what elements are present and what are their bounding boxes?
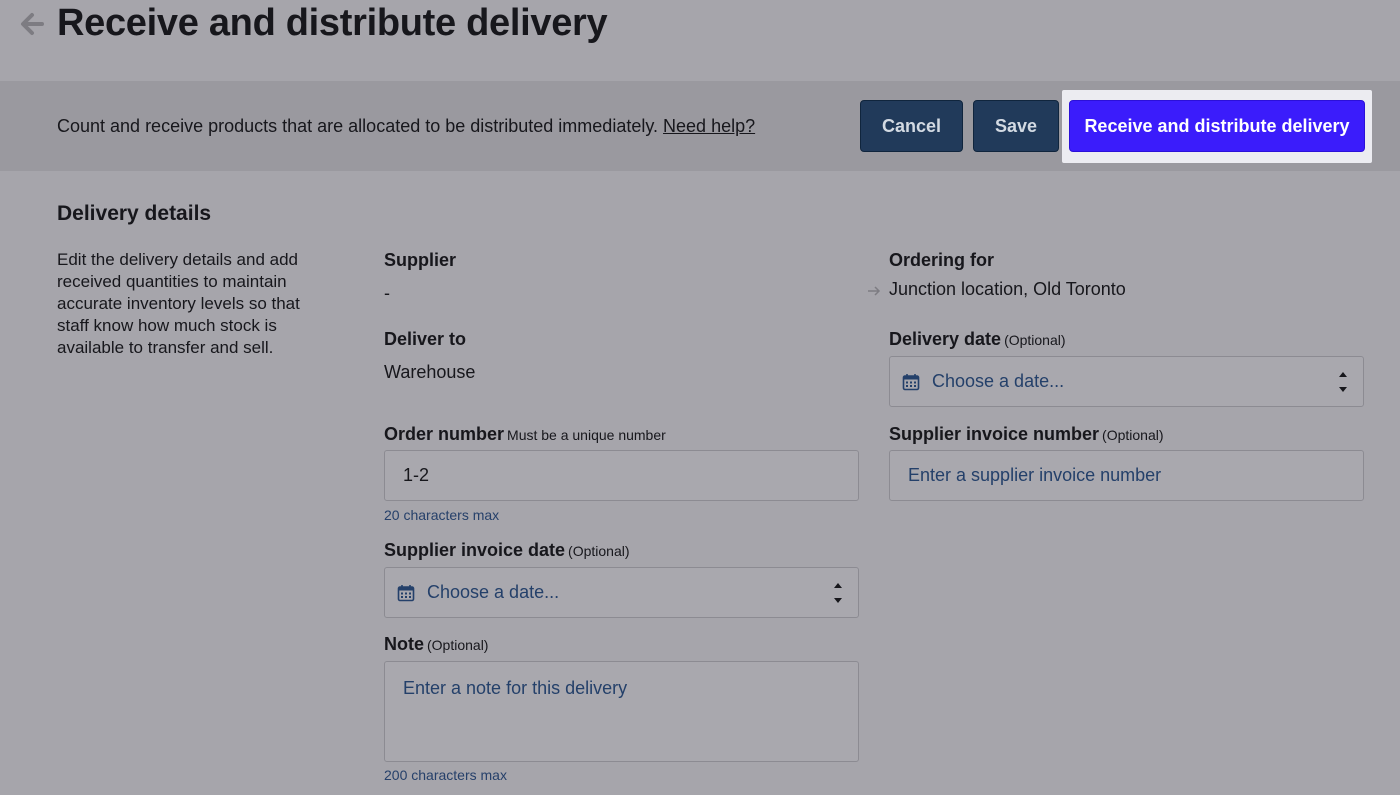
supplier-value: - (384, 283, 390, 303)
supplier-invoice-date-placeholder: Choose a date... (427, 582, 560, 602)
order-number-hint: 20 characters max (384, 507, 500, 523)
supplier-invoice-date-label-text: Supplier invoice date (384, 540, 566, 560)
delivery-date-placeholder: Choose a date... (932, 371, 1065, 391)
stepper-arrows-icon[interactable] (1337, 367, 1349, 397)
calendar-icon (397, 584, 415, 601)
page-header: Receive and distribute delivery (0, 0, 1400, 81)
supplier-invoice-number-label-text: Supplier invoice number (889, 424, 1100, 444)
supplier-invoice-date-picker[interactable]: Choose a date... (384, 567, 859, 618)
order-number-label-text: Order number (384, 424, 505, 444)
arrow-right-icon (868, 286, 881, 296)
order-number-requirement: Must be a unique number (507, 427, 666, 443)
deliver-to-value: Warehouse (384, 362, 476, 382)
supplier-invoice-number-placeholder: Enter a supplier invoice number (908, 465, 1162, 485)
stepper-arrows-icon[interactable] (832, 578, 844, 608)
supplier-invoice-number-label: Supplier invoice number (Optional) (889, 424, 1164, 445)
need-help-link[interactable]: Need help? (663, 116, 755, 136)
order-number-label: Order number Must be a unique number (384, 424, 666, 445)
calendar-icon (902, 373, 920, 390)
section-description: Edit the delivery details and add receiv… (57, 250, 300, 357)
order-number-value: 1-2 (403, 465, 430, 485)
delivery-date-picker[interactable]: Choose a date... (889, 356, 1364, 407)
note-placeholder: Enter a note for this delivery (403, 678, 628, 698)
supplier-invoice-number-optional: (Optional) (1102, 427, 1164, 443)
arrow-left-icon[interactable] (17, 9, 47, 39)
supplier-label-text: Supplier (384, 250, 457, 270)
delivery-date-label: Delivery date (Optional) (889, 329, 1066, 350)
cancel-button[interactable]: Cancel (860, 100, 963, 152)
ordering-for-value: Junction location, Old Toronto (889, 279, 1126, 299)
supplier-invoice-date-label: Supplier invoice date (Optional) (384, 540, 630, 561)
action-bar-description: Count and receive products that are allo… (57, 116, 755, 137)
note-textarea[interactable]: Enter a note for this delivery (384, 661, 859, 762)
ordering-for-label-text: Ordering for (889, 250, 995, 270)
receive-and-distribute-button[interactable]: Receive and distribute delivery (1069, 100, 1365, 152)
supplier-invoice-number-input[interactable]: Enter a supplier invoice number (889, 450, 1364, 501)
action-bar-text: Count and receive products that are allo… (57, 116, 659, 136)
supplier-label: Supplier (384, 250, 456, 271)
note-optional: (Optional) (427, 637, 489, 653)
section-title: Delivery details (57, 202, 212, 225)
deliver-to-label: Deliver to (384, 329, 466, 350)
order-number-input[interactable]: 1-2 (384, 450, 859, 501)
supplier-invoice-date-optional: (Optional) (568, 543, 630, 559)
note-hint: 200 characters max (384, 767, 507, 783)
page-title: Receive and distribute delivery (57, 2, 608, 44)
delivery-date-label-text: Delivery date (889, 329, 1002, 349)
deliver-to-label-text: Deliver to (384, 329, 467, 349)
note-label-text: Note (384, 634, 424, 654)
delivery-date-optional: (Optional) (1004, 332, 1066, 348)
ordering-for-label: Ordering for (889, 250, 994, 271)
note-label: Note (Optional) (384, 634, 488, 655)
save-button[interactable]: Save (973, 100, 1059, 152)
